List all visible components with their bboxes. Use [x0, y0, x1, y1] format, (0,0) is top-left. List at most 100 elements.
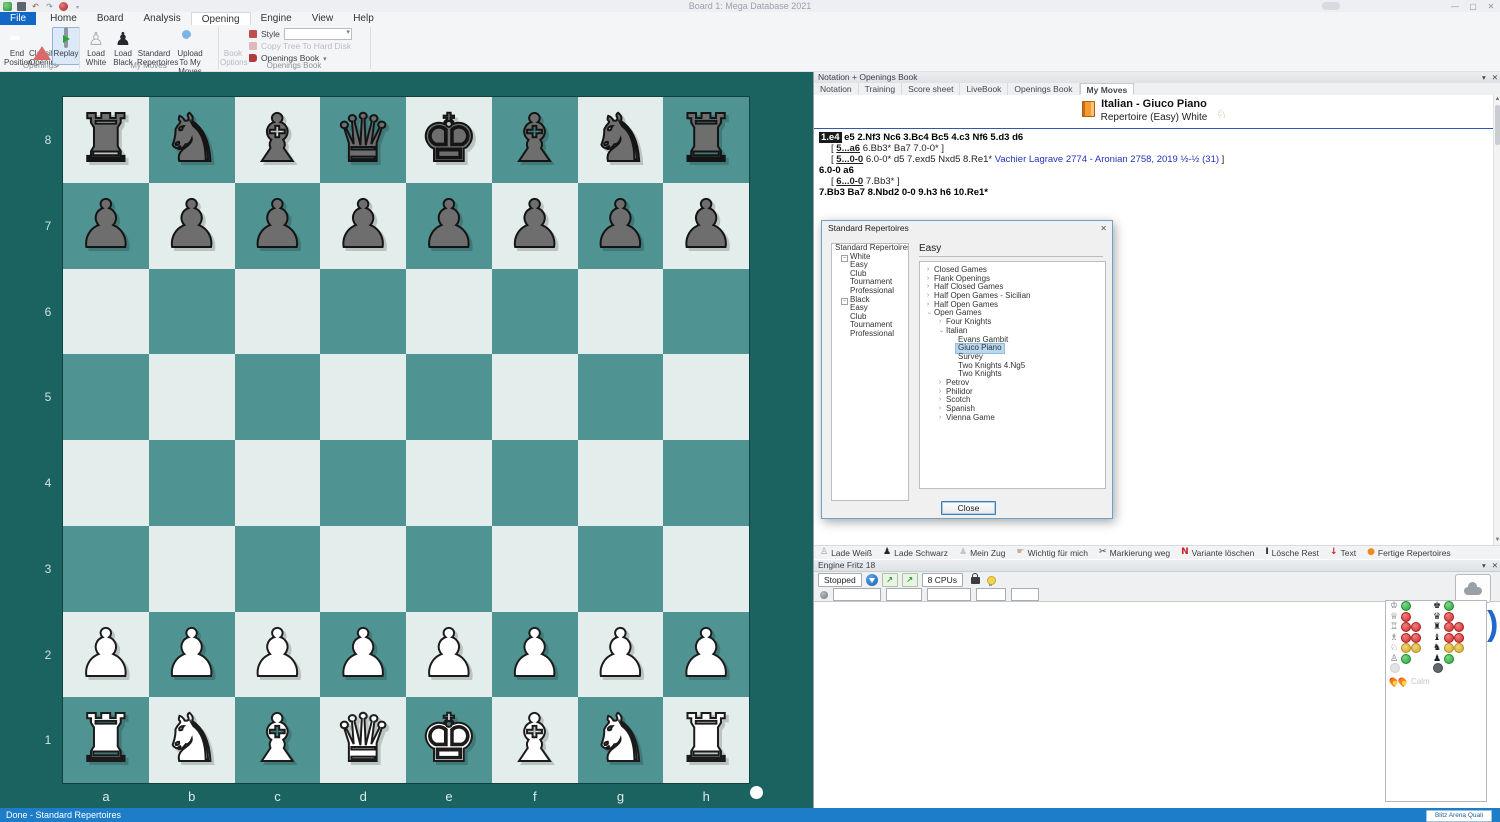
opening-item-vienna-game[interactable]: ›Vienna Game [920, 414, 1105, 423]
white-queen[interactable]: ♛ [320, 697, 406, 783]
square-c3[interactable] [235, 526, 321, 612]
status-dot-yellow[interactable] [1401, 643, 1411, 653]
status-dot-red[interactable] [1401, 622, 1411, 632]
square-c1[interactable]: ♝ [235, 697, 321, 783]
expanded-arrow-icon[interactable]: › [936, 327, 945, 335]
tab-score-sheet[interactable]: Score sheet [902, 83, 960, 95]
white-pawn[interactable]: ♟ [492, 612, 578, 698]
square-f2[interactable]: ♟ [492, 612, 578, 698]
status-dot-red[interactable] [1444, 622, 1454, 632]
square-b1[interactable]: ♞ [149, 697, 235, 783]
engine-power-icon[interactable] [866, 574, 878, 586]
black-queen[interactable]: ♛ [320, 97, 406, 183]
black-pawn[interactable]: ♟ [578, 183, 664, 269]
hint-bulb-icon[interactable] [987, 576, 996, 585]
status-dot-red[interactable] [1411, 622, 1421, 632]
white-pawn[interactable]: ♟ [235, 612, 321, 698]
lock-icon[interactable] [971, 577, 980, 584]
engine-add-line-icon[interactable]: ↗ [882, 573, 898, 587]
collapsed-arrow-icon[interactable]: › [924, 275, 932, 284]
square-c7[interactable]: ♟ [235, 183, 321, 269]
square-d3[interactable] [320, 526, 406, 612]
square-e5[interactable] [406, 354, 492, 440]
square-g3[interactable] [578, 526, 664, 612]
book-options-button[interactable]: Book Options [219, 27, 247, 65]
square-b7[interactable]: ♟ [149, 183, 235, 269]
tab-engine[interactable]: Engine [251, 12, 302, 25]
status-dot-yellow[interactable] [1411, 643, 1421, 653]
square-c5[interactable] [235, 354, 321, 440]
dialog-close-icon[interactable] [1100, 221, 1107, 236]
collapsed-arrow-icon[interactable]: › [924, 283, 932, 292]
tree-item-professional[interactable]: Professional [832, 330, 908, 339]
square-c8[interactable]: ♝ [235, 97, 321, 183]
b-piece-icon[interactable]: ♜ [1433, 622, 1444, 632]
end-position-button[interactable]: End Position [3, 27, 31, 65]
square-d6[interactable] [320, 269, 406, 355]
status-dot-red[interactable] [1411, 633, 1421, 643]
collapsed-arrow-icon[interactable]: › [924, 301, 932, 310]
replay-button[interactable]: Replay [52, 27, 80, 65]
square-b4[interactable] [149, 440, 235, 526]
square-g4[interactable] [578, 440, 664, 526]
tab-home[interactable]: Home [40, 12, 87, 25]
square-h3[interactable] [663, 526, 749, 612]
toolbar-item[interactable]: ☛Wichtig für mich [1017, 548, 1089, 558]
collapsed-arrow-icon[interactable]: › [924, 266, 932, 275]
black-knight[interactable]: ♞ [578, 97, 664, 183]
collapsed-arrow-icon[interactable]: › [936, 318, 944, 327]
square-b2[interactable]: ♟ [149, 612, 235, 698]
engine-field-5[interactable] [1011, 588, 1039, 601]
tab-board[interactable]: Board [87, 12, 134, 25]
close-window-button[interactable] [1486, 2, 1496, 11]
white-knight[interactable]: ♞ [149, 697, 235, 783]
move-text[interactable]: 6.0-0 a6 [819, 165, 854, 176]
square-e2[interactable]: ♟ [406, 612, 492, 698]
black-rook[interactable]: ♜ [63, 97, 149, 183]
square-g2[interactable]: ♟ [578, 612, 664, 698]
move-text[interactable]: 5...0-0 [836, 154, 863, 165]
expand-panel-icon[interactable] [1487, 602, 1500, 646]
square-d7[interactable]: ♟ [320, 183, 406, 269]
square-g7[interactable]: ♟ [578, 183, 664, 269]
toolbar-item[interactable]: ✂Markierung weg [1099, 548, 1170, 558]
cpu-count-button[interactable]: 8 CPUs [922, 573, 963, 587]
status-dot-red[interactable] [1401, 612, 1411, 622]
tab-notation[interactable]: Notation [814, 83, 859, 95]
status-dot-green[interactable] [1401, 654, 1411, 664]
tree-item-white[interactable]: –White [832, 253, 908, 262]
engine-pane-header[interactable]: Engine Fritz 18 [814, 560, 1500, 572]
square-g1[interactable]: ♞ [578, 697, 664, 783]
pane-close-icon[interactable] [1492, 560, 1498, 571]
status-dot-red[interactable] [1444, 612, 1454, 622]
move-text[interactable]: 7.Bb3* ] [863, 176, 899, 187]
move-text[interactable]: 6.0-0* d5 7.exd5 Nxd5 8.Re1* [863, 154, 995, 165]
toolbar-item[interactable]: ♙Lade Weiß [820, 548, 872, 558]
engine-field-3[interactable] [927, 588, 971, 601]
white-rook[interactable]: ♜ [663, 697, 749, 783]
scroll-up-icon[interactable]: ▲ [1494, 95, 1500, 104]
square-f4[interactable] [492, 440, 578, 526]
square-h2[interactable]: ♟ [663, 612, 749, 698]
w-piece-icon[interactable]: ♘ [1390, 643, 1401, 653]
engine-field-1[interactable] [833, 588, 881, 601]
tab-openings-book[interactable]: Openings Book [1008, 83, 1079, 95]
square-d1[interactable]: ♛ [320, 697, 406, 783]
black-bishop[interactable]: ♝ [492, 97, 578, 183]
minimize-button[interactable] [1450, 2, 1460, 11]
square-f6[interactable] [492, 269, 578, 355]
b-piece-icon[interactable]: ♚ [1433, 601, 1444, 611]
pane-collapse-icon[interactable] [1482, 72, 1486, 83]
collapsed-arrow-icon[interactable]: › [924, 292, 932, 301]
status-dot-yellow[interactable] [1444, 643, 1454, 653]
white-pawn[interactable]: ♟ [663, 612, 749, 698]
b-piece-icon[interactable]: ♝ [1433, 633, 1444, 643]
w-piece-icon[interactable]: ♖ [1390, 622, 1401, 632]
tree-item-professional[interactable]: Professional [832, 287, 908, 296]
engine-field-2[interactable] [886, 588, 922, 601]
tab-training[interactable]: Training [859, 83, 902, 95]
square-e7[interactable]: ♟ [406, 183, 492, 269]
square-b6[interactable] [149, 269, 235, 355]
square-h4[interactable] [663, 440, 749, 526]
black-knight[interactable]: ♞ [149, 97, 235, 183]
